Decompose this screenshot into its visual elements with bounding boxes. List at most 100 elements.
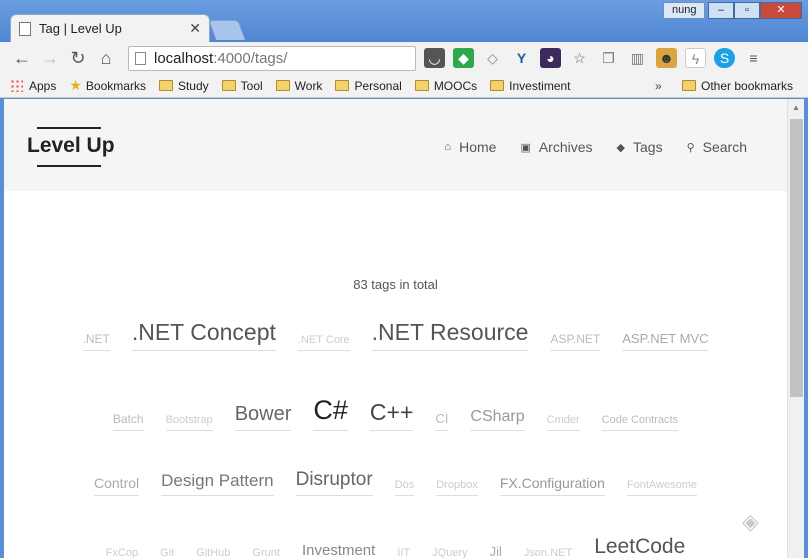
star-bookmark-icon[interactable]: ☆ <box>569 48 590 68</box>
tag-link[interactable]: Cmder <box>546 414 580 431</box>
site-nav: ⌂ Home ▣ Archives ◆ Tags ⚲ Search <box>444 139 747 155</box>
logo-top-line <box>37 127 101 129</box>
forward-icon[interactable]: → <box>36 48 64 69</box>
tag-link[interactable]: Code Contracts <box>601 414 679 431</box>
address-bar[interactable]: localhost :4000/tags/ <box>128 46 416 71</box>
site-brand[interactable]: Level Up <box>27 134 115 158</box>
back-icon[interactable]: ← <box>8 48 36 69</box>
tag-link[interactable]: Batch <box>112 412 144 431</box>
minimize-button[interactable]: – <box>708 2 734 19</box>
tag-row: Batch Bootstrap Bower C# C++ CI CSharp Cmder Cod… <box>4 395 787 431</box>
browser-toolbar: ← → ↻ ⌂ localhost :4000/tags/ ◡ ◆ ◇ Y ◕ … <box>0 42 808 74</box>
tag-link[interactable]: C# <box>313 395 348 431</box>
vertical-scrollbar[interactable]: ▲ <box>787 99 804 558</box>
search-icon: ⚲ <box>686 141 695 154</box>
bookmark-bookmarks[interactable]: ★ Bookmarks <box>69 77 146 94</box>
nav-home[interactable]: ⌂ Home <box>444 139 496 155</box>
tag-link[interactable]: Bootstrap <box>165 414 213 431</box>
tag-link[interactable]: C++ <box>369 399 414 431</box>
tag-link[interactable]: LeetCode <box>594 535 685 558</box>
folder-icon <box>221 80 236 91</box>
tag-link[interactable]: Dropbox <box>436 479 478 496</box>
copy-extension-icon[interactable]: ❐ <box>598 48 619 68</box>
tag-link[interactable]: JQuery <box>432 547 467 558</box>
tag-link[interactable]: Dos <box>394 479 415 496</box>
face-extension-icon[interactable]: ☻ <box>656 48 677 68</box>
tab-close-icon[interactable]: ✕ <box>189 20 201 37</box>
bookmark-study[interactable]: Study <box>158 79 209 93</box>
bookmark-investiment[interactable]: Investiment <box>490 79 571 93</box>
tag-link[interactable]: ASP.NET MVC <box>622 331 709 351</box>
tag-link[interactable]: Grunt <box>252 547 280 558</box>
y-extension-icon[interactable]: Y <box>511 48 532 68</box>
home-browser-icon[interactable]: ⌂ <box>92 48 120 69</box>
apps-grid-icon <box>10 79 23 92</box>
profile-button[interactable]: nung <box>663 2 706 19</box>
site-header: Level Up ⌂ Home ▣ Archives ◆ Tags ⚲ Search <box>4 99 787 191</box>
new-tab-button[interactable] <box>208 20 246 40</box>
logo-bottom-line <box>37 165 101 167</box>
lightning-extension-icon[interactable]: ϟ <box>685 48 706 68</box>
menu-icon[interactable]: ≡ <box>743 48 764 68</box>
bookmarks-overflow-icon[interactable]: » <box>655 79 662 93</box>
scrollbar-thumb[interactable] <box>790 119 803 397</box>
feedly-gray-icon[interactable]: ◇ <box>482 48 503 68</box>
browser-tab[interactable]: Tag | Level Up ✕ <box>10 14 210 42</box>
tag-link[interactable]: Design Pattern <box>161 471 274 496</box>
feedly-float-icon[interactable]: ◈ <box>742 509 759 535</box>
tag-link[interactable]: .NET Resource <box>371 319 529 351</box>
archive-icon: ▣ <box>520 141 531 154</box>
tag-link[interactable]: ASP.NET <box>550 332 601 351</box>
tag-link[interactable]: CSharp <box>470 408 525 431</box>
trello-icon[interactable]: ▥ <box>627 48 648 68</box>
tag-link[interactable]: .NET <box>82 332 110 351</box>
folder-icon <box>158 80 173 91</box>
tag-link[interactable]: FxCop <box>106 547 138 558</box>
reload-icon[interactable]: ↻ <box>64 48 92 69</box>
url-path: :4000/tags/ <box>213 50 288 67</box>
tag-link[interactable]: .NET Core <box>297 334 350 351</box>
tag-row: .NET .NET Concept .NET Core .NET Resource AS… <box>4 319 787 351</box>
other-bookmarks[interactable]: Other bookmarks <box>682 79 793 93</box>
tag-link[interactable]: Bower <box>234 403 292 431</box>
star-icon: ★ <box>69 77 82 93</box>
tag-link[interactable]: Investment <box>302 542 375 558</box>
tag-link[interactable]: Control <box>94 475 140 496</box>
nav-search[interactable]: ⚲ Search <box>687 139 747 155</box>
feedly-icon[interactable]: ◆ <box>453 48 474 68</box>
window-close-button[interactable]: ✕ <box>760 2 802 19</box>
tag-link[interactable]: GitHub <box>196 547 230 558</box>
bookmark-personal[interactable]: Personal <box>335 79 402 93</box>
tag-link[interactable]: Jil <box>490 544 502 558</box>
pocket-icon[interactable]: ◡ <box>424 48 445 68</box>
bookmark-work[interactable]: Work <box>275 79 322 93</box>
bookmark-tool[interactable]: Tool <box>221 79 263 93</box>
tag-link[interactable]: CI <box>435 411 449 431</box>
bookmarks-bar: Apps ★ Bookmarks Study Tool Work Personal… <box>0 74 808 98</box>
skype-icon[interactable]: S <box>714 48 735 68</box>
folder-icon <box>335 80 350 91</box>
tag-link[interactable]: Disruptor <box>295 469 373 496</box>
nav-tags[interactable]: ◆ Tags <box>617 139 663 155</box>
page-viewport: Level Up ⌂ Home ▣ Archives ◆ Tags ⚲ Search 8… <box>4 99 787 558</box>
nav-archives[interactable]: ▣ Archives <box>520 139 592 155</box>
tag-link[interactable]: Json.NET <box>524 547 572 558</box>
home-icon: ⌂ <box>444 141 452 153</box>
page-icon <box>19 21 31 36</box>
folder-icon <box>490 80 505 91</box>
folder-icon <box>414 80 429 91</box>
tag-link[interactable]: FX.Configuration <box>499 475 605 496</box>
folder-icon <box>275 80 290 91</box>
tag-link[interactable]: .NET Concept <box>131 319 276 351</box>
bookmark-apps[interactable]: Apps <box>10 79 56 93</box>
speed-extension-icon[interactable]: ◕ <box>540 48 561 68</box>
tag-link[interactable]: IIT <box>397 547 410 558</box>
scroll-up-icon[interactable]: ▲ <box>788 99 804 116</box>
window-titlebar: Tag | Level Up ✕ nung – ▫ ✕ <box>0 0 808 42</box>
tag-link[interactable]: Git <box>160 547 174 558</box>
tag-link[interactable]: FontAwesome <box>626 479 697 496</box>
bookmark-moocs[interactable]: MOOCs <box>414 79 477 93</box>
url-host: localhost <box>154 50 214 67</box>
maximize-button[interactable]: ▫ <box>734 2 760 19</box>
tag-count: 83 tags in total <box>353 277 438 292</box>
